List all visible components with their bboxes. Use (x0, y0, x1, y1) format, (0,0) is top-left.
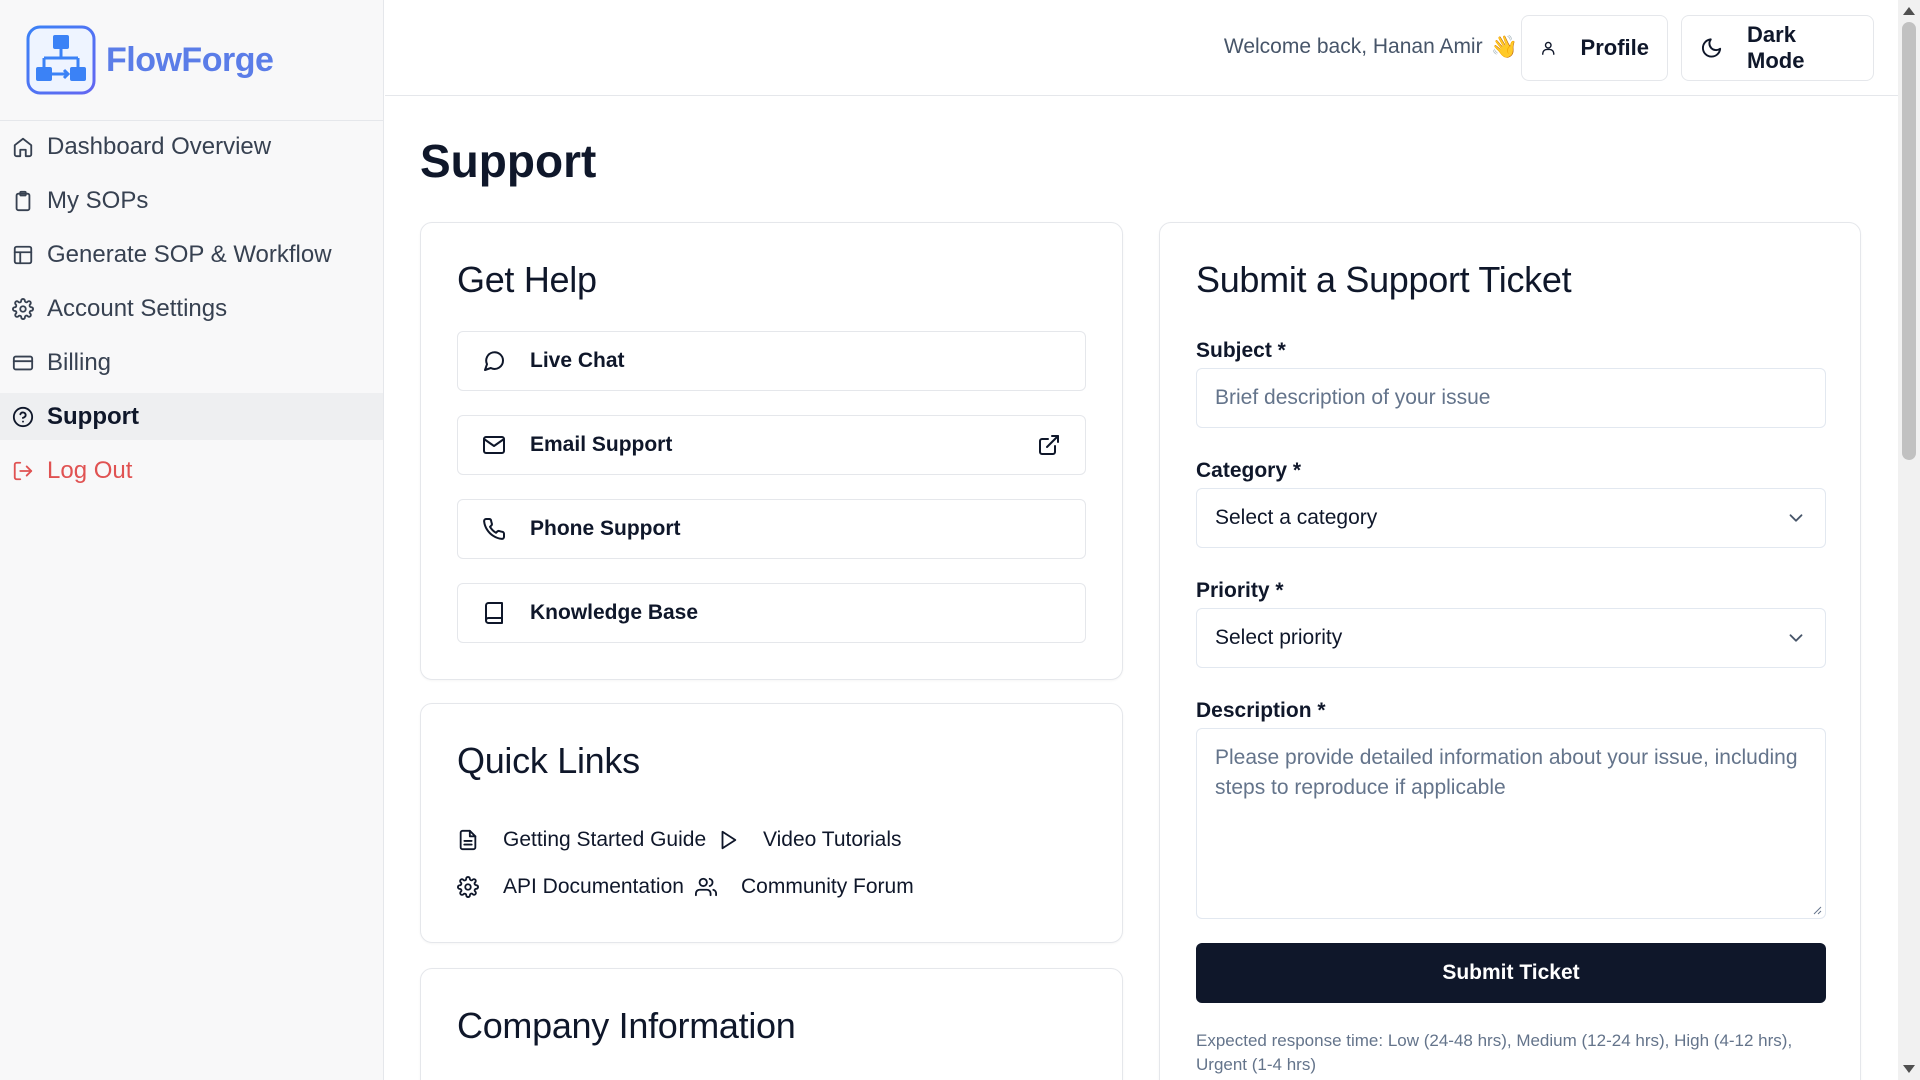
scroll-up-arrow-icon[interactable] (1903, 7, 1915, 15)
live-chat-button[interactable]: Live Chat (457, 331, 1086, 391)
mail-icon (483, 436, 505, 454)
dark-mode-button[interactable]: Dark Mode (1681, 15, 1874, 81)
external-link-icon (1039, 435, 1059, 455)
getting-started-guide-link[interactable]: Getting Started Guide (457, 828, 706, 852)
sidebar-item-generate-sop-workflow[interactable]: Generate SOP & Workflow (0, 231, 383, 278)
category-selected-value: Select a category (1215, 506, 1378, 529)
brand[interactable]: FlowForge (0, 0, 383, 121)
page-scrollbar[interactable] (1898, 0, 1920, 1080)
page-title: Support (420, 135, 597, 187)
subject-input[interactable]: Brief description of your issue (1196, 368, 1826, 428)
subject-placeholder: Brief description of your issue (1215, 386, 1491, 409)
knowledge-base-label: Knowledge Base (530, 601, 699, 624)
video-tutorials-label: Video Tutorials (763, 828, 902, 851)
file-text-icon (459, 829, 477, 851)
get-help-card: Get Help Live Chat Email Support Phone S… (420, 222, 1123, 680)
sidebar-item-label: Log Out (47, 456, 133, 484)
scroll-down-arrow-icon[interactable] (1903, 1065, 1915, 1073)
getting-started-guide-label: Getting Started Guide (503, 828, 707, 851)
chevron-down-icon (1789, 514, 1803, 522)
get-help-title: Get Help (457, 259, 597, 300)
video-tutorials-link[interactable]: Video Tutorials (717, 828, 902, 852)
sidebar-item-label: Billing (47, 348, 112, 376)
phone-support-button[interactable]: Phone Support (457, 499, 1086, 559)
phone-icon (483, 517, 506, 540)
subject-label: Subject * (1196, 339, 1286, 362)
sidebar-item-label: My SOPs (47, 186, 149, 214)
gear-icon (457, 876, 479, 898)
description-textarea[interactable]: Please provide detailed information abou… (1196, 728, 1826, 919)
sidebar-item-support[interactable]: Support (0, 393, 383, 440)
sidebar-item-label: Generate SOP & Workflow (47, 240, 332, 268)
quick-links-card: Quick Links Getting Started Guide Video … (420, 703, 1123, 943)
help-circle-icon (12, 406, 34, 427)
layout-icon (13, 245, 33, 264)
quick-links-title: Quick Links (457, 740, 640, 781)
welcome-text: Welcome back, Hanan Amir (1223, 35, 1483, 58)
brand-name: FlowForge (106, 40, 274, 79)
live-chat-label: Live Chat (530, 349, 625, 372)
phone-support-label: Phone Support (530, 517, 681, 540)
priority-selected-value: Select priority (1215, 626, 1343, 649)
priority-label: Priority * (1196, 579, 1284, 602)
sidebar-item-label: Support (47, 402, 139, 430)
flowforge-logo-icon (26, 25, 96, 95)
credit-card-icon (12, 355, 34, 370)
sidebar-item-dashboard-overview[interactable]: Dashboard Overview (0, 123, 383, 170)
email-support-button[interactable]: Email Support (457, 415, 1086, 475)
home-icon (13, 137, 33, 157)
clipboard-icon (15, 190, 31, 211)
resize-handle-icon[interactable] (1812, 905, 1822, 915)
profile-button[interactable]: Profile (1521, 15, 1668, 81)
submit-ticket-label: Submit Ticket (1442, 961, 1580, 984)
category-select[interactable]: Select a category (1196, 488, 1826, 548)
company-information-card: Company Information (420, 968, 1123, 1080)
users-icon (695, 877, 717, 897)
play-icon (721, 830, 737, 850)
log-out-icon (13, 461, 33, 480)
community-forum-link[interactable]: Community Forum (695, 875, 914, 899)
sidebar: FlowForge Dashboard Overview My SOPs Gen… (0, 0, 384, 1080)
support-ticket-card: Submit a Support Ticket Subject * Brief … (1159, 222, 1861, 1080)
sidebar-item-my-sops[interactable]: My SOPs (0, 177, 383, 224)
description-label: Description * (1196, 699, 1326, 722)
sidebar-item-label: Account Settings (47, 294, 228, 322)
sidebar-item-billing[interactable]: Billing (0, 339, 383, 386)
profile-label: Profile (1580, 35, 1649, 60)
description-placeholder: Please provide detailed information abou… (1215, 746, 1798, 799)
book-icon (485, 602, 503, 624)
company-information-title: Company Information (457, 1005, 796, 1046)
knowledge-base-button[interactable]: Knowledge Base (457, 583, 1086, 643)
sidebar-item-label: Dashboard Overview (47, 132, 272, 160)
user-icon (1542, 41, 1555, 55)
sidebar-nav: Dashboard Overview My SOPs Generate SOP … (0, 121, 383, 494)
email-support-label: Email Support (530, 433, 673, 456)
dark-mode-label: Dark Mode (1747, 22, 1805, 73)
sidebar-item-log-out[interactable]: Log Out (0, 447, 383, 494)
gear-icon (12, 297, 34, 320)
welcome-message: Welcome back, Hanan Amir 👋 (1224, 34, 1518, 60)
priority-select[interactable]: Select priority (1196, 608, 1826, 668)
message-circle-icon (484, 351, 505, 371)
moon-icon (1701, 38, 1722, 58)
community-forum-label: Community Forum (741, 875, 914, 898)
submit-ticket-button[interactable]: Submit Ticket (1196, 943, 1826, 1003)
sidebar-item-account-settings[interactable]: Account Settings (0, 285, 383, 332)
chevron-down-icon (1789, 634, 1803, 642)
response-time-note: Expected response time: Low (24-48 hrs),… (1196, 1031, 1793, 1074)
ticket-title: Submit a Support Ticket (1196, 259, 1572, 300)
api-documentation-link[interactable]: API Documentation (457, 875, 684, 899)
scrollbar-thumb[interactable] (1902, 22, 1916, 460)
wave-emoji: 👋 (1490, 34, 1518, 59)
api-documentation-label: API Documentation (503, 875, 684, 898)
category-label: Category * (1196, 459, 1302, 482)
top-header: Welcome back, Hanan Amir 👋 Profile Dark … (385, 0, 1898, 96)
